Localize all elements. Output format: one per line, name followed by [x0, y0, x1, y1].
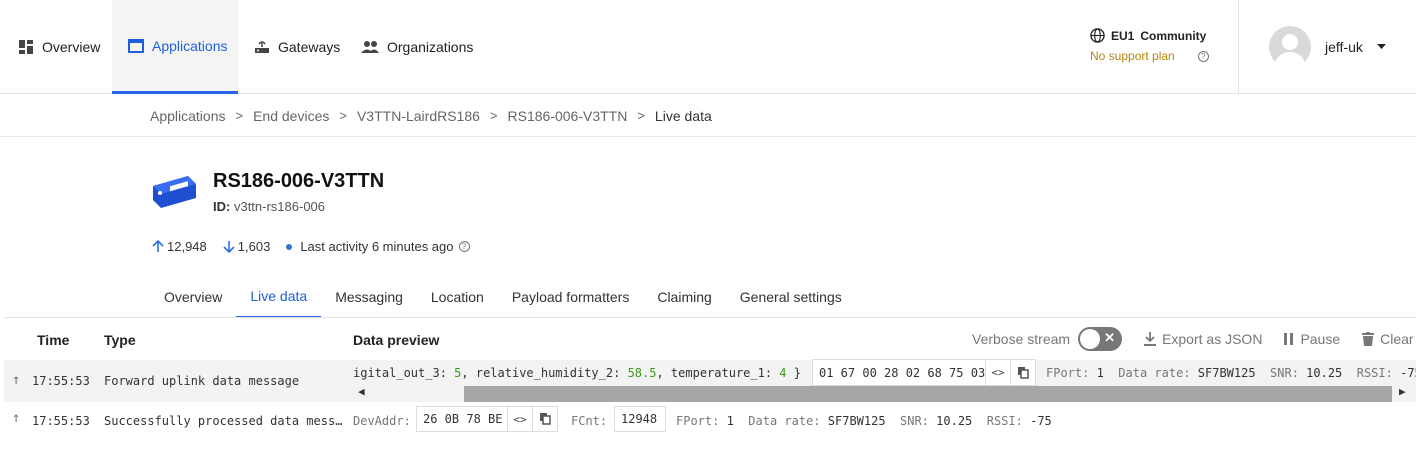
- nav-organizations-label: Organizations: [387, 39, 474, 55]
- pause-icon: [1284, 333, 1294, 345]
- arrow-up-icon: [152, 240, 164, 252]
- copy-button[interactable]: [532, 406, 558, 432]
- router-icon: [255, 41, 269, 53]
- code-toggle-button[interactable]: <>: [507, 406, 533, 432]
- download-icon: [1144, 332, 1157, 346]
- breadcrumb-applications[interactable]: Applications: [150, 108, 226, 124]
- arrow-up-icon: ↑: [12, 410, 21, 426]
- copy-icon: [1017, 366, 1029, 379]
- tab-messaging[interactable]: Messaging: [321, 275, 417, 318]
- table-row[interactable]: ↑ 17:55:53 Successfully processed data m…: [4, 402, 1416, 442]
- cluster-row[interactable]: EU1 Community: [1090, 28, 1210, 43]
- uplink-count: 12,948: [152, 239, 207, 254]
- chevron-right-icon: >: [339, 108, 347, 123]
- nav-overview-label: Overview: [42, 39, 101, 55]
- devaddr-label: DevAddr:: [353, 414, 411, 428]
- help-icon[interactable]: ?: [458, 241, 470, 252]
- code-toggle-button[interactable]: <>: [985, 359, 1011, 386]
- column-type: Type: [104, 332, 136, 348]
- nav-gateways[interactable]: Gateways: [254, 0, 340, 94]
- page-title: RS186-006-V3TTN: [213, 170, 385, 192]
- chevron-right-icon: >: [637, 108, 645, 123]
- row-time: 17:55:53: [32, 414, 90, 428]
- horizontal-scrollbar[interactable]: ◀ ▶: [353, 385, 1415, 402]
- row-type: Successfully processed data mess…: [104, 414, 343, 428]
- scroll-thumb[interactable]: [464, 386, 1392, 402]
- chevron-right-icon: >: [489, 108, 498, 123]
- tab-overview[interactable]: Overview: [150, 275, 236, 318]
- scroll-left-icon[interactable]: ◀: [358, 385, 365, 398]
- trash-icon: [1362, 332, 1375, 346]
- nav-applications[interactable]: Applications: [112, 0, 238, 94]
- support-plan[interactable]: No support plan: [1090, 49, 1175, 63]
- code-icon: <>: [991, 366, 1005, 379]
- group-icon: [361, 41, 379, 53]
- help-icon[interactable]: ?: [1197, 50, 1209, 62]
- top-navigation: Overview Applications Gateways Organizat…: [0, 0, 1416, 94]
- copy-icon: [539, 413, 551, 425]
- tab-live-data[interactable]: Live data: [236, 275, 322, 318]
- device-icon: [153, 176, 196, 208]
- cluster-info: EU1 Community No support plan ?: [1090, 28, 1210, 63]
- decoded-payload-preview: igital_out_3: 5, relative_humidity_2: 58…: [353, 366, 801, 380]
- window-icon: [128, 38, 144, 53]
- tab-location[interactable]: Location: [417, 275, 498, 318]
- device-tabs: Overview Live data Messaging Location Pa…: [150, 275, 856, 318]
- tab-payload-formatters[interactable]: Payload formatters: [498, 275, 644, 318]
- column-time: Time: [37, 332, 70, 348]
- nav-gateways-label: Gateways: [278, 39, 341, 55]
- cluster-name: Community: [1140, 28, 1207, 43]
- chevron-right-icon: >: [235, 108, 244, 123]
- tab-general-settings[interactable]: General settings: [726, 275, 856, 318]
- live-data-header: Time Type Data preview Verbose stream ✕ …: [4, 318, 1416, 360]
- code-icon: <>: [513, 412, 527, 426]
- nav-organizations[interactable]: Organizations: [361, 0, 473, 94]
- copy-button[interactable]: [1010, 359, 1036, 386]
- verbose-stream-label: Verbose stream: [972, 331, 1071, 347]
- devaddr-value: 26 0B 78 BE: [416, 406, 508, 432]
- fcnt-label: FCnt:: [571, 414, 608, 428]
- stream-controls: Verbose stream ✕ Export as JSON Pause Cl…: [972, 327, 1414, 351]
- breadcrumb: Applications > End devices > V3TTN-Laird…: [0, 95, 1416, 137]
- arrow-up-icon: ↑: [12, 372, 21, 388]
- last-activity: Last activity 6 minutes ago: [300, 239, 454, 254]
- arrow-down-icon: [223, 241, 235, 253]
- device-id-value: v3ttn-rs186-006: [233, 199, 326, 214]
- row-meta: FPort: 1 Data rate: SF7BW125 SNR: 10.25 …: [1046, 366, 1416, 380]
- caret-down-icon: [1376, 44, 1386, 49]
- scroll-right-icon[interactable]: ▶: [1399, 385, 1406, 398]
- export-json-button[interactable]: Export as JSON: [1144, 331, 1262, 347]
- row-type: Forward uplink data message: [104, 374, 300, 388]
- raw-payload: 01 67 00 28 02 68 75 03 …: [812, 359, 986, 386]
- verbose-stream-toggle[interactable]: ✕: [1078, 327, 1123, 351]
- tab-claiming[interactable]: Claiming: [643, 275, 725, 318]
- device-id: ID: v3ttn-rs186-006: [213, 199, 325, 214]
- row-time: 17:55:53: [32, 374, 90, 388]
- pause-button[interactable]: Pause: [1284, 331, 1340, 347]
- nav-applications-label: Applications: [152, 37, 228, 54]
- clear-button[interactable]: Clear: [1362, 331, 1414, 347]
- breadcrumb-device[interactable]: RS186-006-V3TTN: [508, 108, 628, 124]
- downlink-count: 1,603: [223, 239, 270, 254]
- breadcrumb-application[interactable]: V3TTN-LairdRS186: [357, 108, 480, 124]
- user-name: jeff-uk: [1325, 39, 1363, 55]
- cluster-region: EU1: [1111, 28, 1135, 43]
- device-stats: 12,948 1,603 Last activity 6 minutes ago…: [152, 239, 470, 254]
- nav-overview[interactable]: Overview: [18, 0, 100, 94]
- breadcrumb-live-data: Live data: [654, 107, 712, 124]
- user-menu[interactable]: jeff-uk: [1238, 0, 1416, 94]
- row-meta: FPort: 1 Data rate: SF7BW125 SNR: 10.25 …: [676, 414, 1052, 428]
- status-dot: [286, 243, 293, 250]
- avatar: [1269, 26, 1311, 68]
- breadcrumb-end-devices[interactable]: End devices: [253, 108, 329, 124]
- column-data-preview: Data preview: [353, 332, 440, 348]
- close-icon: ✕: [1104, 330, 1116, 345]
- fcnt-value: 12948: [614, 406, 666, 432]
- dashboard-icon: [19, 40, 33, 54]
- table-row[interactable]: ↑ 17:55:53 Forward uplink data message i…: [4, 359, 1416, 402]
- device-id-label: ID:: [213, 199, 231, 214]
- globe-icon: [1090, 28, 1105, 43]
